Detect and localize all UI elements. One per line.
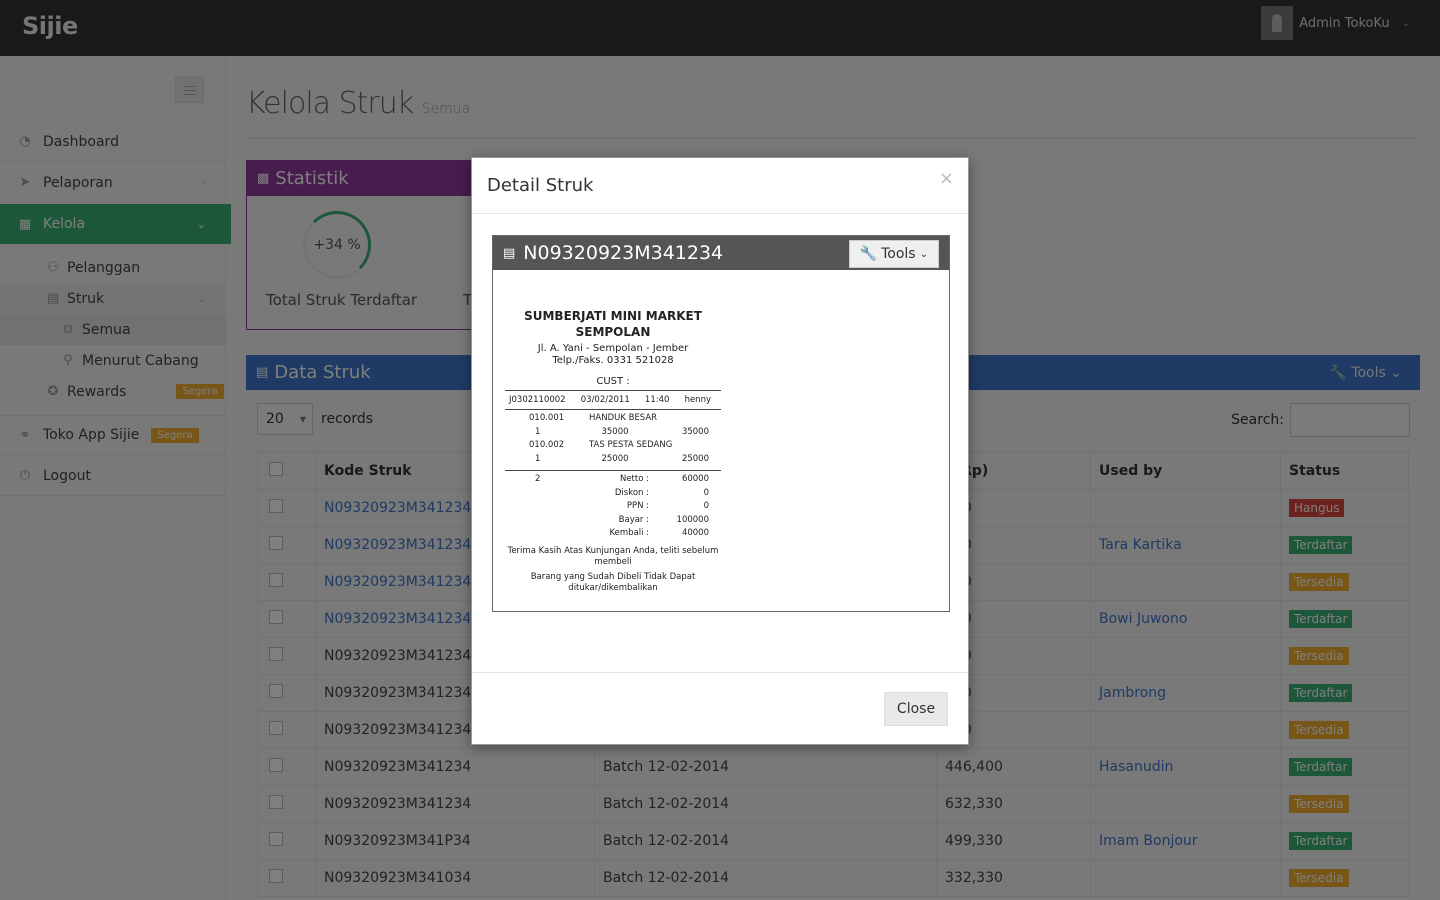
receipt-cust: CUST : — [596, 376, 630, 387]
receipt-total-row: PPN : 0 — [505, 500, 721, 514]
receipt-item-row: 1 35000 35000 — [505, 425, 721, 439]
receipt-divider — [505, 469, 721, 471]
receipt-store-name: SUMBERJATI MINI MARKET — [524, 309, 702, 323]
receipt-panel: ▤ N09320923M341234 🔧 Tools ⌄ SUMBERJATI … — [492, 235, 950, 612]
ppn-label: PPN : — [626, 501, 649, 512]
close-button[interactable]: Close — [884, 692, 948, 726]
diskon-value: 0 — [703, 487, 709, 498]
chevron-down-icon: ⌄ — [919, 248, 928, 260]
receipt-note: Barang yang Sudah Dibeli Tidak Dapat dit… — [530, 572, 696, 593]
receipt-head-row: J0302110002 03/02/2011 11:40 henny — [505, 393, 721, 407]
receipt-image: SUMBERJATI MINI MARKET SEMPOLAN Jl. A. Y… — [505, 308, 721, 594]
item-price: 25000 — [601, 453, 629, 464]
receipt-total-row: Kembali : 40000 — [505, 527, 721, 541]
receipt-tools-button[interactable]: 🔧 Tools ⌄ — [848, 240, 939, 268]
item-name: HANDUK BESAR — [589, 413, 658, 424]
modal-header: Detail Struk × — [472, 158, 968, 214]
bayar-value: 100000 — [676, 514, 709, 525]
receipt-item-row: 1 25000 25000 — [505, 452, 721, 466]
close-icon[interactable]: × — [939, 168, 954, 189]
bayar-label: Bayar : — [618, 514, 649, 525]
receipt-total-row: Bayar : 100000 — [505, 513, 721, 527]
item-qty: 1 — [535, 453, 541, 464]
netto-label: Netto : — [619, 474, 649, 485]
receipt-cashier: henny — [684, 394, 711, 405]
receipt-item-row: 010.001 HANDUK BESAR — [505, 412, 721, 426]
receipt-number: J0302110002 — [509, 394, 566, 405]
receipt-item-row: 010.002 TAS PESTA SEDANG — [505, 439, 721, 453]
receipt-phone: Telp./Faks. 0331 521028 — [552, 355, 674, 366]
kembali-value: 40000 — [681, 528, 709, 539]
receipt-address: Jl. A. Yani - Sempolan - Jember — [537, 343, 689, 354]
item-total: 25000 — [681, 453, 709, 464]
wrench-icon: 🔧 — [859, 246, 878, 262]
item-code: 010.001 — [529, 413, 565, 424]
receipt-total-row: 2 Netto : 60000 — [505, 473, 721, 487]
receipt-time: 11:40 — [644, 394, 670, 405]
item-total: 35000 — [681, 426, 709, 437]
receipt-thanks: Terima Kasih Atas Kunjungan Anda, teliti… — [507, 546, 719, 567]
ppn-value: 0 — [703, 501, 709, 512]
item-name: TAS PESTA SEDANG — [589, 440, 673, 451]
item-code: 010.002 — [529, 440, 565, 451]
netto-value: 60000 — [681, 474, 709, 485]
item-price: 35000 — [601, 426, 629, 437]
receipt-store-location: SEMPOLAN — [575, 325, 651, 339]
file-icon: ▤ — [503, 245, 516, 261]
receipt-divider — [505, 390, 721, 391]
tools-label: Tools — [881, 246, 916, 262]
receipt-date: 03/02/2011 — [580, 394, 630, 405]
item-count: 2 — [535, 474, 541, 485]
modal-title: Detail Struk — [487, 175, 594, 196]
modal-footer-divider — [472, 672, 968, 673]
receipt-total-row: Diskon : 0 — [505, 486, 721, 500]
diskon-label: Diskon : — [614, 487, 649, 498]
item-qty: 1 — [535, 426, 541, 437]
receipt-code: N09320923M341234 — [523, 242, 724, 264]
kembali-label: Kembali : — [609, 528, 649, 539]
receipt-divider — [505, 408, 721, 410]
detail-struk-modal: Detail Struk × ▤ N09320923M341234 🔧 Tool… — [471, 157, 969, 745]
